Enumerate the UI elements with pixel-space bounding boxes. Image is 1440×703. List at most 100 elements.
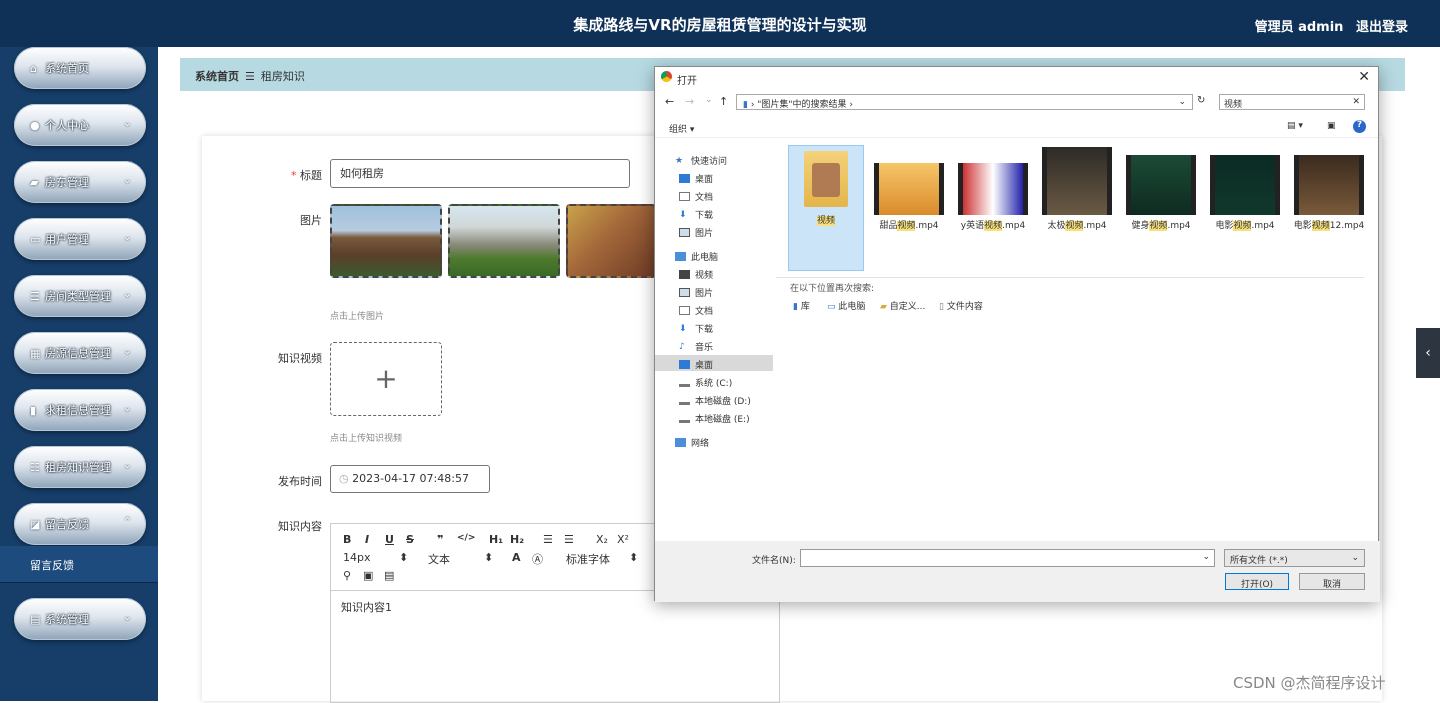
nav-desktop[interactable]: 桌面 [679,169,713,185]
nav-label: 快速访问 [691,157,728,167]
close-icon[interactable]: ✕ [1358,69,1370,85]
sidebar-item-label: 系统管理 [45,613,89,626]
logout-button[interactable]: 退出登录 [1356,20,1408,35]
sidebar-item-landlord[interactable]: ▰ 房东管理 ⌄ [14,161,146,203]
nav-drive-c[interactable]: 系统 (C:) [679,373,732,389]
h2-button[interactable]: H₂ [510,533,524,546]
file-item-video[interactable]: y英语视频.mp4 [951,163,1035,231]
collapse-panel-button[interactable]: ‹ [1416,328,1440,378]
desktop-icon [679,360,690,369]
title-input[interactable]: 如何租房 [330,159,630,188]
sidebar-item-users[interactable]: ▭ 用户管理 ⌄ [14,218,146,260]
history-icon[interactable]: ⌄ [705,95,713,105]
view-icon[interactable]: ▤ ▾ [1287,121,1303,131]
subscript-button[interactable]: X₂ [596,533,608,546]
sidebar-item-rentreq[interactable]: ▮ 求租信息管理 ⌄ [14,389,146,431]
chart-icon: ◪ [30,517,41,531]
strike-button[interactable]: S [406,533,414,546]
link-icon[interactable]: ⚲ [343,569,351,582]
address-bar[interactable]: ▮ › "图片集"中的搜索结果 › ⌄ [736,94,1193,110]
help-icon[interactable]: ? [1353,120,1366,133]
search-input[interactable]: 视频 ✕ [1219,94,1365,110]
background-color-icon[interactable]: Ⓐ [532,551,543,567]
organize-button[interactable]: 组织 ▾ [669,122,694,135]
nav-pc-desktop[interactable]: 桌面 [655,355,773,371]
video-icon[interactable]: ▤ [384,569,394,582]
nav-quick[interactable]: ★ 快速访问 [675,151,727,167]
nav-drive-e[interactable]: 本地磁盘 (E:) [679,409,750,425]
nav-pc-downloads[interactable]: ⬇ 下载 [679,319,713,335]
video-upload-button[interactable]: + [330,342,442,416]
search-loc-content[interactable]: ▯ 文件内容 [939,299,983,312]
code-button[interactable]: </> [457,533,475,543]
video-thumbnail [1042,147,1112,215]
search-loc-custom[interactable]: ▰ 自定义... [880,299,925,312]
video-thumbnail [1210,155,1280,215]
nav-pc-docs[interactable]: 文档 [679,301,713,317]
app-title: 集成路线与VR的房屋租赁管理的设计与实现 [573,16,867,34]
nav-drive-d[interactable]: 本地磁盘 (D:) [679,391,751,407]
nav-videos[interactable]: 视频 [679,265,713,281]
nav-docs[interactable]: 文档 [679,187,713,203]
nav-downloads[interactable]: ⬇ 下载 [679,205,713,221]
file-item-video[interactable]: 太极视频.mp4 [1035,147,1119,231]
nav-network[interactable]: 网络 [675,433,709,449]
breadcrumb-home[interactable]: 系统首页 [195,70,239,83]
open-button[interactable]: 打开(O) [1225,573,1289,590]
preview-pane-icon[interactable]: ▣ [1327,121,1336,131]
nav-pc[interactable]: 此电脑 [675,247,718,263]
file-item-video[interactable]: 健身视频.mp4 [1119,155,1203,231]
sidebar-item-feedback[interactable]: ◪ 留言反馈 ⌃ [14,503,146,545]
sidebar-item-knowledge[interactable]: ☷ 租房知识管理 ⌄ [14,446,146,488]
dialog-titlebar: 打开 ✕ [655,67,1378,89]
search-loc-lib[interactable]: ▮ 库 [793,299,810,312]
back-icon[interactable]: ← [665,95,674,108]
sidebar-subitem-feedback[interactable]: 留言反馈 [0,546,158,582]
file-item-video[interactable]: 电影视频12.mp4 [1287,155,1371,231]
monitor-icon: ▭ [30,232,41,246]
sidebar-item-roomtype[interactable]: ☰ 房间类型管理 ⌄ [14,275,146,317]
file-item-folder[interactable]: 视频 [784,151,868,226]
clear-icon[interactable]: ✕ [1352,97,1360,107]
filename-input[interactable]: ⌄ [800,549,1215,567]
plus-icon: + [374,362,398,395]
file-open-dialog: 打开 ✕ ← → ⌄ ↑ ▮ › "图片集"中的搜索结果 › ⌄ ↻ 视频 ✕ 组织… [654,66,1380,602]
file-item-video[interactable]: 甜品视频.mp4 [867,163,951,231]
superscript-button[interactable]: X² [617,533,629,546]
refresh-icon[interactable]: ↻ [1197,95,1205,106]
cancel-button[interactable]: 取消 [1299,573,1365,590]
sidebar-item-personal[interactable]: ● 个人中心 ⌄ [14,104,146,146]
underline-button[interactable]: U [385,533,394,546]
bold-button[interactable]: B [343,533,351,546]
time-input[interactable]: ◷ 2023-04-17 07:48:57 [330,465,490,493]
nav-pictures[interactable]: 图片 [679,223,713,239]
sidebar-item-housing[interactable]: ▦ 房源信息管理 ⌄ [14,332,146,374]
search-loc-pc[interactable]: ▭ 此电脑 [827,299,865,312]
image-icon[interactable]: ▣ [363,569,373,582]
unordered-list-button[interactable]: ☰ [564,533,574,546]
ordered-list-button[interactable]: ☰ [543,533,553,546]
admin-label: 管理员 admin [1254,20,1344,35]
up-icon[interactable]: ↑ [719,95,728,108]
nav-label: 图片 [695,289,714,299]
house-image-3[interactable] [566,204,656,278]
quote-button[interactable]: ❞ [437,533,443,546]
nav-pc-pictures[interactable]: 图片 [679,283,713,299]
house-image-2[interactable] [448,204,560,278]
sidebar-item-system[interactable]: ▤ 系统管理 ⌄ [14,598,146,640]
house-image-1[interactable] [330,204,442,278]
sidebar-item-home[interactable]: ⌂ 系统首页 [14,47,146,89]
nav-label: 音乐 [695,343,714,353]
picture-icon [679,228,690,237]
font-size-select[interactable]: 14px [343,551,371,564]
font-family-select[interactable]: 标准字体 [566,551,610,567]
italic-button[interactable]: I [365,533,369,546]
forward-icon[interactable]: → [685,95,694,108]
text-type-select[interactable]: 文本 [428,551,450,567]
font-color-icon[interactable]: A [512,551,521,564]
h1-button[interactable]: H₁ [489,533,503,546]
nav-music[interactable]: ♪ 音乐 [679,337,713,353]
file-item-video[interactable]: 电影视频.mp4 [1203,155,1287,231]
size-arrow-icon: ⬍ [399,551,409,564]
filetype-select[interactable]: 所有文件 (*.*) ⌄ [1224,549,1365,567]
